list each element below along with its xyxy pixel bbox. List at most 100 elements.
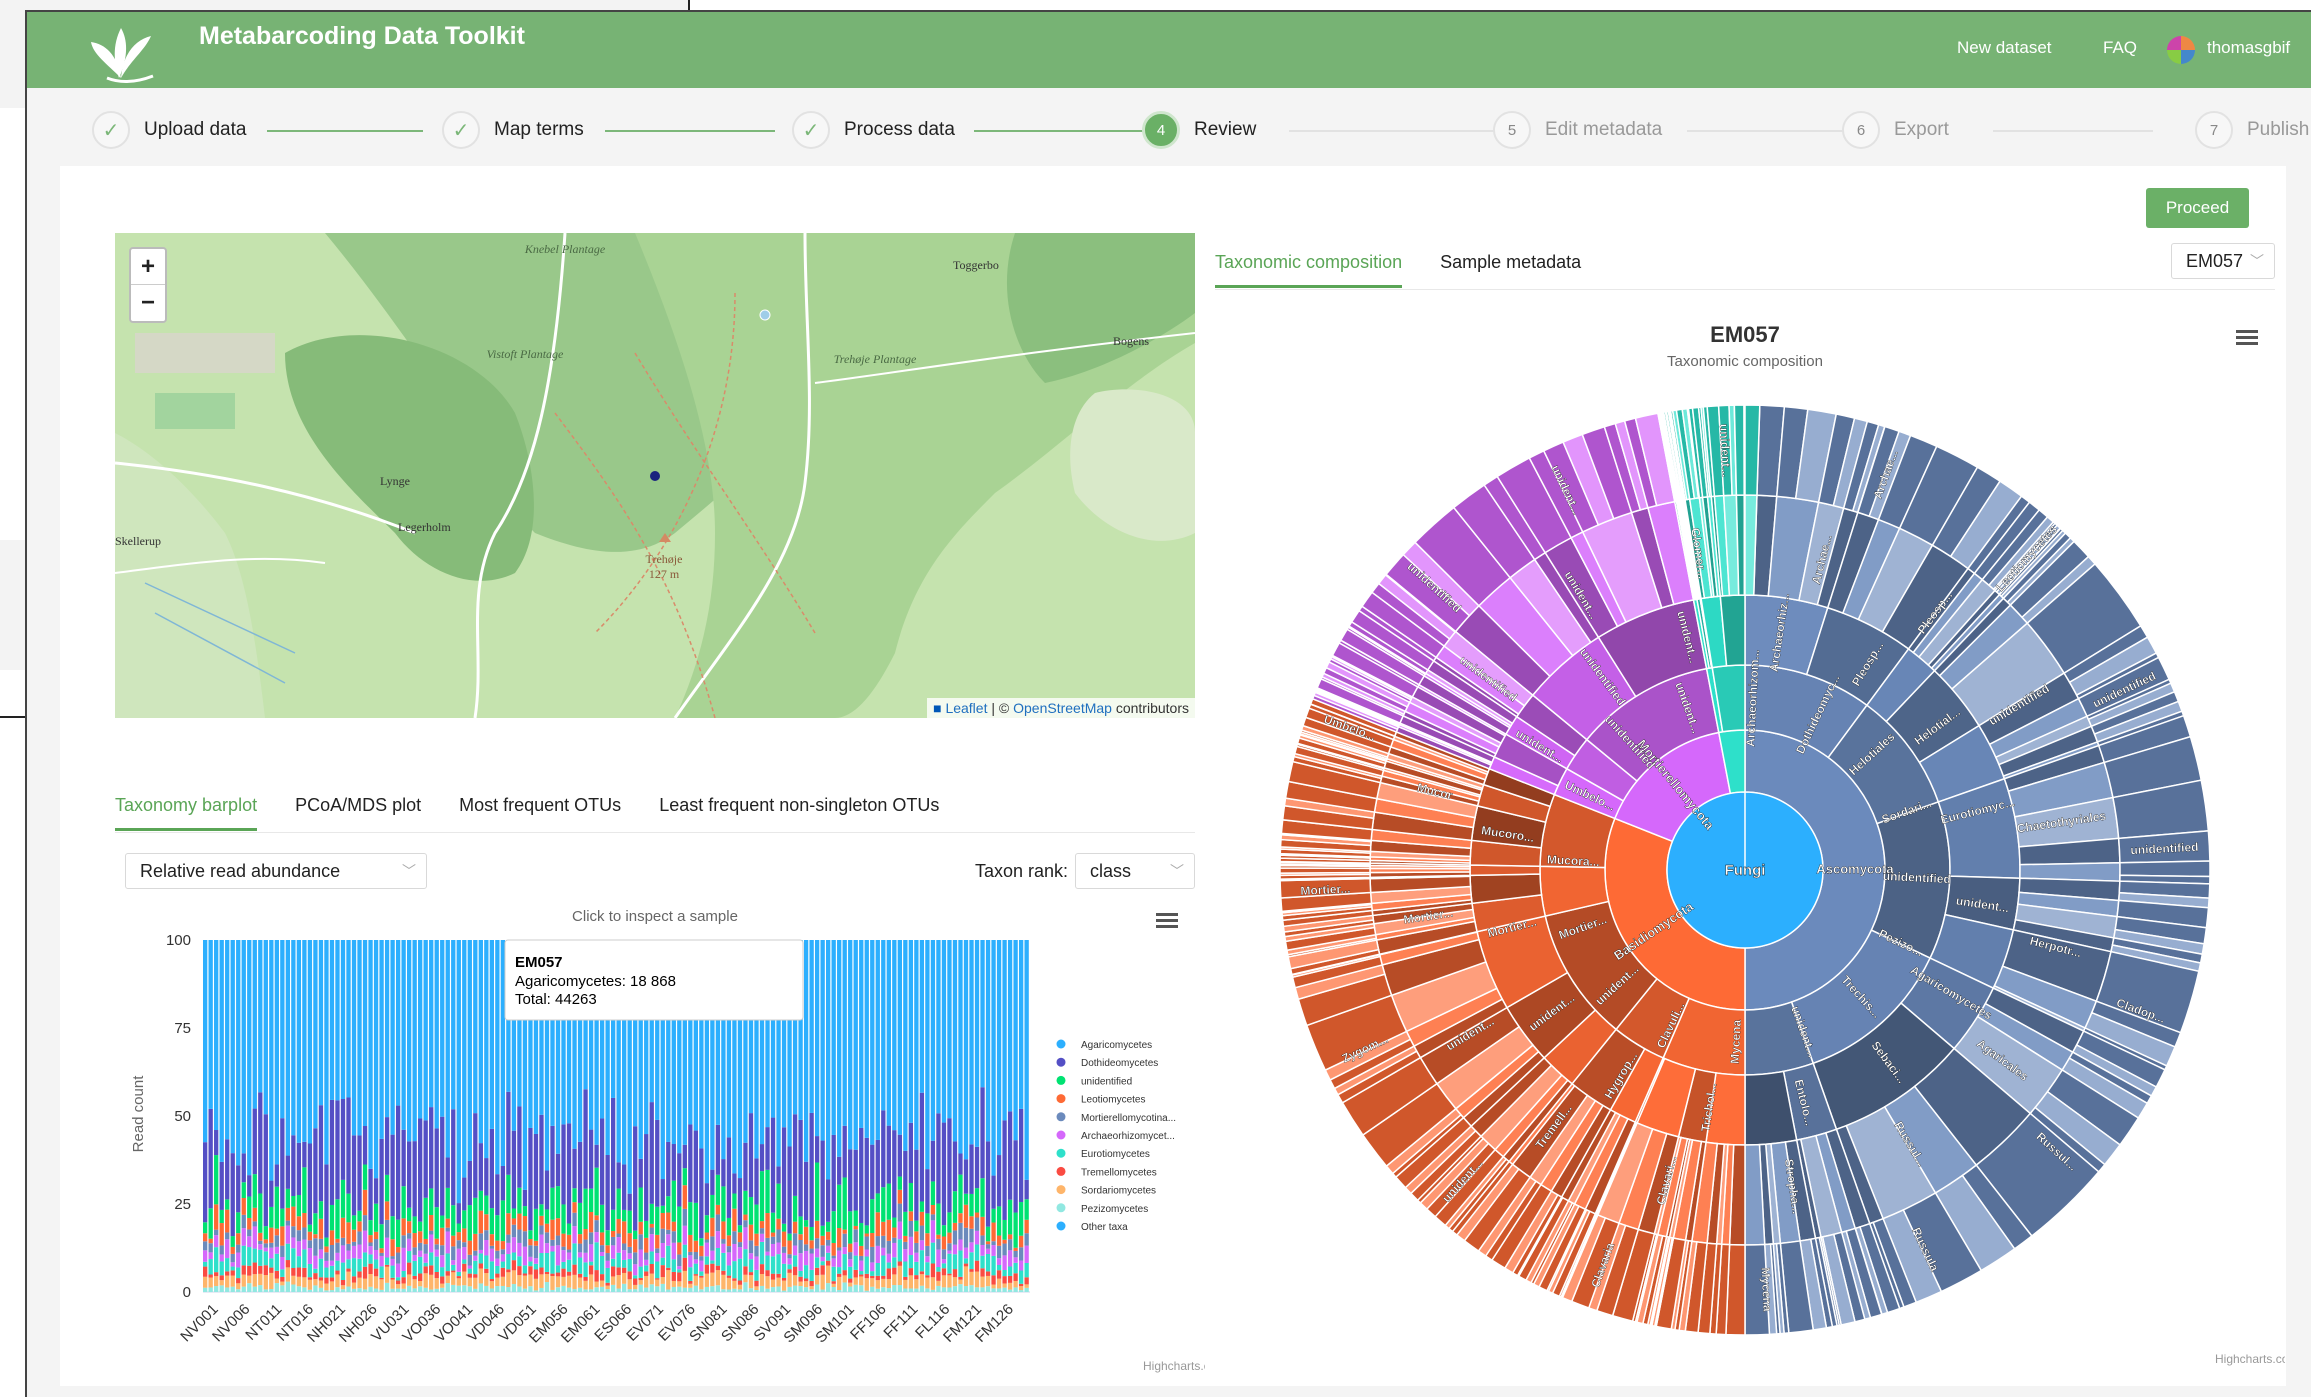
sample-bar[interactable] [969, 940, 974, 1292]
sample-bar[interactable] [875, 940, 880, 1292]
faq-link[interactable]: FAQ [2103, 38, 2137, 58]
sample-bar[interactable] [329, 940, 335, 1292]
sample-bar[interactable] [335, 940, 340, 1292]
sample-bar[interactable] [908, 940, 914, 1292]
sample-bar[interactable] [952, 940, 958, 1292]
sample-bar[interactable] [980, 940, 985, 1292]
user-menu[interactable]: thomasgbif [2207, 38, 2290, 58]
map-view[interactable]: Knebel Plantage Toggerbo Trehøje Plantag… [115, 233, 1195, 718]
legend-item[interactable]: Eurotiomycetes [1056, 1148, 1150, 1161]
highcharts-credit[interactable]: Highcharts.com [2215, 1352, 2285, 1366]
tab-sample-metadata[interactable]: Sample metadata [1440, 252, 1581, 288]
species-segment[interactable] [1733, 404, 1745, 496]
sample-bar[interactable] [1007, 940, 1013, 1292]
sample-bar[interactable] [963, 940, 969, 1292]
sample-bar[interactable] [440, 940, 445, 1292]
osm-link[interactable]: OpenStreetMap [1013, 700, 1112, 716]
sample-bar[interactable] [484, 940, 489, 1292]
sample-bar[interactable] [500, 940, 506, 1292]
sample-bar[interactable] [269, 940, 274, 1292]
sample-bar[interactable] [489, 940, 495, 1292]
sample-bar[interactable] [803, 940, 809, 1292]
sample-bar[interactable] [974, 940, 980, 1292]
sample-bar[interactable] [820, 940, 825, 1292]
sample-bar[interactable] [373, 940, 379, 1292]
species-segment[interactable] [1744, 404, 1761, 496]
sample-bar[interactable] [258, 940, 263, 1292]
sample-bar[interactable] [401, 940, 406, 1292]
step-review[interactable]: 4 Review [1142, 108, 1256, 152]
step-export[interactable]: 6 Export [1842, 108, 1949, 152]
legend-item[interactable]: Leotiomycetes [1056, 1094, 1146, 1106]
legend-item[interactable]: unidentified [1056, 1075, 1133, 1088]
sample-bar[interactable] [925, 940, 930, 1292]
zoom-out-button[interactable]: − [131, 285, 165, 320]
sample-bar[interactable] [1018, 940, 1024, 1292]
sample-bar[interactable] [881, 940, 886, 1292]
sample-bar[interactable] [236, 940, 241, 1292]
tab-pcoa-mds[interactable]: PCoA/MDS plot [295, 795, 421, 831]
sample-bar[interactable] [996, 940, 1002, 1292]
sample-bar[interactable] [826, 940, 831, 1292]
sample-bar[interactable] [892, 940, 897, 1292]
sample-bar[interactable] [919, 940, 925, 1292]
sample-bar[interactable] [864, 940, 869, 1292]
legend-item[interactable]: Sordariomycetes [1056, 1185, 1157, 1197]
sample-bar[interactable] [225, 940, 230, 1292]
sample-bar[interactable] [429, 940, 434, 1292]
sample-bar[interactable] [991, 940, 996, 1292]
sample-bar[interactable] [313, 940, 318, 1292]
sample-bar[interactable] [318, 940, 324, 1292]
avatar[interactable] [2167, 36, 2195, 64]
leaflet-link[interactable]: Leaflet [945, 700, 987, 716]
legend-item[interactable]: Archaeorhizomycet... [1056, 1130, 1175, 1143]
legend-item[interactable]: Dothideomycetes [1056, 1057, 1159, 1070]
sample-bar[interactable] [473, 940, 478, 1292]
sample-bar[interactable] [307, 940, 313, 1292]
zoom-in-button[interactable]: + [131, 249, 165, 285]
sample-bar[interactable] [418, 940, 423, 1292]
sample-bar[interactable] [362, 940, 368, 1292]
sample-bar[interactable] [434, 940, 439, 1292]
sample-bar[interactable] [203, 940, 208, 1292]
tab-least-frequent-otus[interactable]: Least frequent non-singleton OTUs [659, 795, 939, 831]
sample-bar[interactable] [870, 940, 875, 1292]
sample-bar[interactable] [859, 940, 864, 1292]
tab-taxonomic-composition[interactable]: Taxonomic composition [1215, 252, 1403, 288]
sample-bar[interactable] [384, 940, 390, 1292]
sample-bar[interactable] [423, 940, 428, 1292]
taxon-rank-select[interactable]: class ﹀ [1075, 853, 1195, 889]
sample-bar[interactable] [495, 940, 500, 1292]
sample-bar[interactable] [263, 940, 268, 1292]
sample-marker[interactable] [650, 471, 660, 481]
sample-bar[interactable] [914, 940, 919, 1292]
sample-bar[interactable] [467, 940, 472, 1292]
sample-select[interactable]: EM057 ﹀ [2171, 243, 2275, 279]
sample-bar[interactable] [406, 940, 412, 1292]
sample-bar[interactable] [985, 940, 991, 1292]
chart-menu-icon[interactable] [2236, 330, 2258, 346]
chart-menu-icon[interactable] [1156, 913, 1178, 929]
new-dataset-link[interactable]: New dataset [1957, 38, 2052, 58]
sample-bar[interactable] [214, 940, 219, 1292]
sample-bar[interactable] [936, 940, 941, 1292]
sample-bar[interactable] [897, 940, 902, 1292]
sample-bar[interactable] [941, 940, 947, 1292]
step-edit-metadata[interactable]: 5 Edit metadata [1493, 108, 1662, 152]
highcharts-credit[interactable]: Highcharts.com [1143, 1359, 1205, 1373]
sample-bar[interactable] [930, 940, 936, 1292]
taxonomy-barplot[interactable]: Click to inspect a sample Read count 100… [115, 900, 1205, 1390]
step-upload-data[interactable]: ✓ Upload data [92, 108, 246, 152]
tab-taxonomy-barplot[interactable]: Taxonomy barplot [115, 795, 258, 831]
sample-bar[interactable] [837, 940, 842, 1292]
sample-bar[interactable] [346, 940, 351, 1292]
sample-bar[interactable] [462, 940, 467, 1292]
sample-bar[interactable] [291, 940, 296, 1292]
step-process-data[interactable]: ✓ Process data [792, 108, 955, 152]
legend-item[interactable]: Tremellomycetes [1056, 1166, 1157, 1179]
sample-bar[interactable] [219, 940, 224, 1292]
sample-bar[interactable] [357, 940, 362, 1292]
sample-bar[interactable] [886, 940, 891, 1292]
sample-bar[interactable] [848, 940, 853, 1292]
sample-bar[interactable] [456, 940, 461, 1292]
